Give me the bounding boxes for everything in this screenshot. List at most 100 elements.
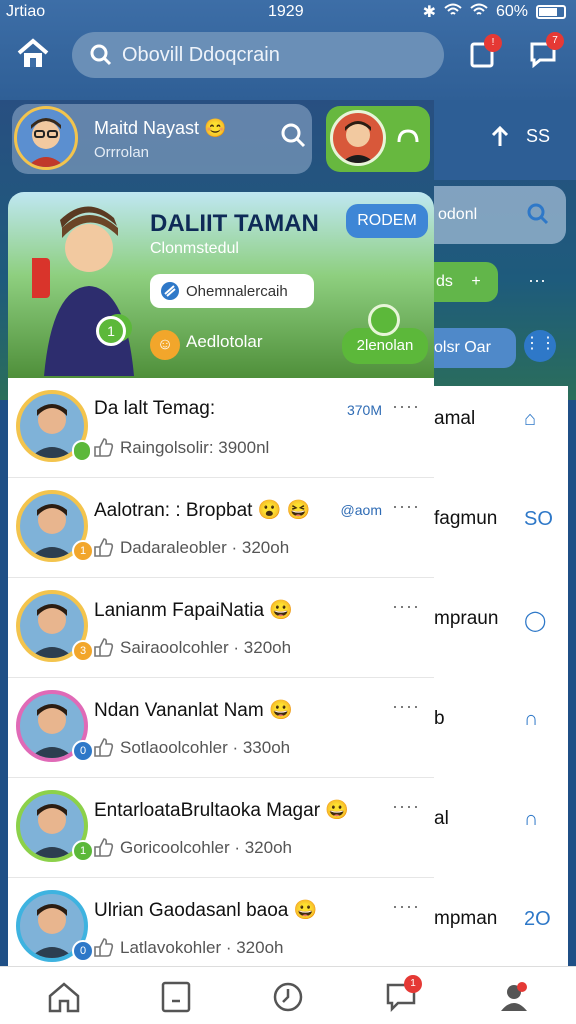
home-icon[interactable] <box>46 979 82 1015</box>
reaction-icon <box>92 436 114 458</box>
contact-name: Aalotran: : Bropbat 😮 😆 <box>94 500 311 521</box>
list-item[interactable]: 0 Ulrian Gaodasanl baoa 😀 Latlavokohler · … <box>8 878 434 978</box>
profile-name: Maitd Nayast 😊 <box>94 118 227 138</box>
list-item[interactable]: 3 Lanianm FapaiNatia 😀 Sairaoolcohler · 32… <box>8 578 434 678</box>
status-badge: 1 <box>72 840 94 862</box>
chat-button[interactable]: 7 <box>528 32 564 72</box>
bluetooth-icon: ✱ <box>422 4 436 21</box>
profile-subtitle: Orrrolan <box>94 144 150 161</box>
more-icon[interactable]: ···· <box>392 496 420 517</box>
panel-chip[interactable]: ds + <box>434 262 498 302</box>
panel-row-icon[interactable]: ∩ <box>524 708 538 731</box>
panel-chip-label: ds <box>436 273 453 290</box>
wifi-icon-2 <box>470 3 488 22</box>
panel-row-icon[interactable]: ⌂ <box>524 408 536 431</box>
bottom-nav: 1 <box>0 966 576 1024</box>
contact-name: Da lalt Temag: <box>94 398 216 419</box>
contact-name: Lanianm FapaiNatia 😀 <box>94 600 293 621</box>
more-icon[interactable]: ···· <box>392 896 420 917</box>
clock: 1929 <box>268 3 304 20</box>
character-illustration <box>32 206 134 376</box>
avatar[interactable] <box>330 110 386 166</box>
panel-row-icon[interactable]: 2O <box>524 908 551 931</box>
reaction-icon <box>92 936 114 958</box>
clock-icon[interactable] <box>270 979 306 1015</box>
status-badge: 0 <box>72 940 94 962</box>
more-icon[interactable]: ···· <box>392 796 420 817</box>
list-item[interactable]: 1 EntarloataBrultaoka Magar 😀 Goricoolcohl… <box>8 778 434 878</box>
panel-count: SS <box>526 126 551 146</box>
panel-row-label: fagmun <box>434 508 498 529</box>
panel-bar-label: olsr Oar <box>434 339 491 356</box>
notifications-button[interactable]: ! <box>468 34 502 72</box>
panel-row-label: mpman <box>434 908 498 929</box>
background-panel: SS odonl ds + ··· olsr Oar ⋮⋮ amal ⌂ fagmu… <box>434 100 576 968</box>
reaction-icon <box>92 736 114 758</box>
home-icon[interactable] <box>16 38 50 70</box>
profile-icon[interactable] <box>496 979 532 1015</box>
list-item[interactable]: 0 Ndan Vananlat Nam 😀 Sotlaoolcohler · 330… <box>8 678 434 778</box>
contact-status: Sairaoolcohler · 320oh <box>120 638 292 657</box>
profile-card[interactable]: Maitd Nayast 😊 Orrrolan <box>12 104 312 174</box>
list-item[interactable]: Da lalt Temag: Raingolsolir: 3900nl 370M ··… <box>8 378 434 478</box>
wifi-icon <box>444 3 462 22</box>
document-icon[interactable] <box>158 979 194 1015</box>
panel-search[interactable]: odonl <box>434 186 566 244</box>
contact-status: Sotlaoolcohler · 330oh <box>120 738 291 757</box>
panel-row-icon[interactable]: ∩ <box>524 808 538 831</box>
panel-row-label: b <box>434 708 445 729</box>
panel-row[interactable]: mpraun ◯ <box>434 586 568 686</box>
panel-row[interactable]: b ∩ <box>434 686 568 786</box>
status-badge: 1 <box>72 540 94 562</box>
contact-status: Latlavokohler · 320oh <box>120 938 284 957</box>
reaction-icon <box>92 836 114 858</box>
contact-meta: @aom <box>340 502 382 518</box>
banner-action-button[interactable]: RODEM <box>346 204 428 238</box>
battery-percentage: 60% <box>495 3 528 20</box>
panel-row-label: al <box>434 808 449 829</box>
search-icon[interactable] <box>280 122 306 148</box>
scratch-icon <box>161 282 179 300</box>
search-input[interactable]: Obovill Ddoqcrain <box>72 32 444 78</box>
headset-icon[interactable] <box>396 128 420 150</box>
contact-status: Dadaraleobler · 320oh <box>120 538 290 557</box>
panel-row-label: amal <box>434 408 476 429</box>
search-icon <box>90 44 112 66</box>
avatar[interactable] <box>14 106 78 170</box>
panel-list: amal ⌂ fagmun SO mpraun ◯ b ∩ al ∩ mpman 2O <box>434 386 568 968</box>
reaction-icon <box>92 636 114 658</box>
chat-badge: 7 <box>546 32 564 50</box>
status-badge: 0 <box>72 740 94 762</box>
carrier-label: Jrtiao <box>6 3 46 20</box>
contact-status: Raingolsolir: 3900nl <box>120 438 270 457</box>
more-icon[interactable]: ···· <box>392 596 420 617</box>
panel-row-icon[interactable]: SO <box>524 508 553 531</box>
panel-row[interactable]: fagmun SO <box>434 486 568 586</box>
featured-banner[interactable]: DALIIT TAMAN Clonmstedul RODEM Ohemnaler… <box>8 192 434 378</box>
banner-tag-chip[interactable]: Ohemnalercaih <box>150 274 314 308</box>
battery-icon <box>536 5 566 19</box>
panel-row-icon[interactable]: ◯ <box>524 608 546 633</box>
panel-row[interactable]: al ∩ <box>434 786 568 886</box>
plus-icon: + <box>471 273 481 290</box>
status-badge <box>72 440 92 462</box>
status-bar: Jrtiao 1929 ✱ 60% <box>0 0 576 24</box>
more-icon[interactable]: ···· <box>392 396 420 417</box>
banner-subtitle: Clonmstedul <box>150 240 239 257</box>
panel-bar[interactable]: olsr Oar <box>434 328 516 368</box>
more-icon[interactable]: ··· <box>528 270 546 291</box>
panel-row[interactable]: amal ⌂ <box>434 386 568 486</box>
upload-icon[interactable] <box>488 124 512 150</box>
grid-icon[interactable]: ⋮⋮ <box>524 330 556 362</box>
notification-badge: ! <box>484 34 502 52</box>
messages-button[interactable]: 1 <box>384 975 422 1015</box>
messages-badge: 1 <box>404 975 422 993</box>
panel-row-label: mpraun <box>434 608 499 629</box>
search-icon <box>527 203 549 225</box>
list-item[interactable]: 1 Aalotran: : Bropbat 😮 😆 Dadaraleobler · … <box>8 478 434 578</box>
friend-card[interactable] <box>326 106 430 172</box>
status-badge: 3 <box>72 640 94 662</box>
contact-name: Ndan Vananlat Nam 😀 <box>94 700 293 721</box>
timer-icon[interactable] <box>368 304 400 336</box>
more-icon[interactable]: ···· <box>392 696 420 717</box>
